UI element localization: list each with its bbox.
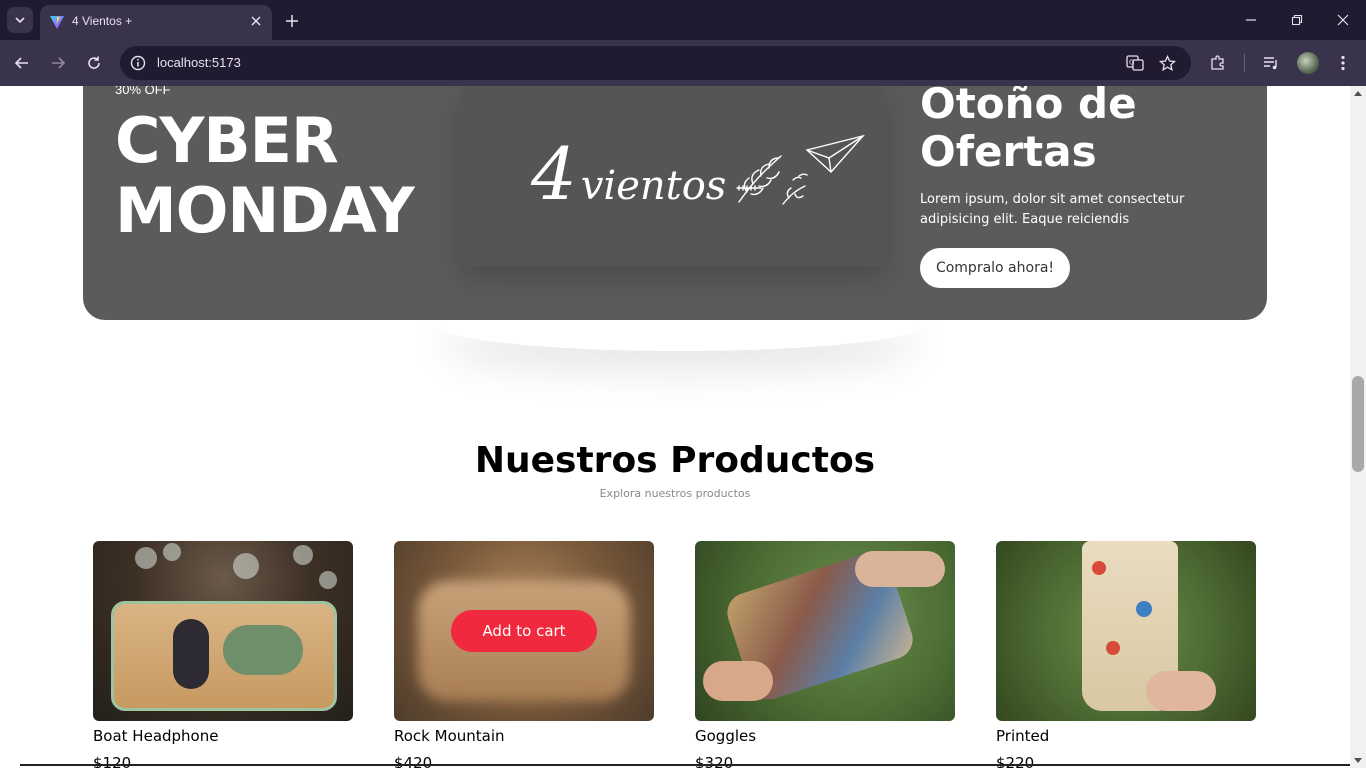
flower-print: [1106, 641, 1120, 655]
bokeh-light: [233, 553, 259, 579]
more-vertical-icon: [1341, 55, 1345, 71]
flower-print: [1136, 601, 1152, 617]
hero-offer-title-line2: Ofertas: [920, 127, 1097, 176]
hero-offer-title-line1: Otoño de: [920, 86, 1137, 128]
new-tab-button[interactable]: [282, 11, 302, 31]
reload-icon: [88, 56, 100, 69]
tab-title: 4 Vientos +: [72, 14, 133, 28]
product-name[interactable]: Goggles: [695, 727, 756, 745]
minimize-button[interactable]: [1241, 10, 1261, 30]
puzzle-icon: [1211, 55, 1224, 70]
info-icon: [130, 55, 146, 71]
arrow-left-icon: [14, 57, 28, 69]
hand-illustration: [855, 551, 945, 587]
products-section-title: Nuestros Productos: [474, 440, 876, 481]
site-info-button[interactable]: [128, 53, 148, 73]
profile-avatar[interactable]: [1297, 52, 1319, 74]
url-text[interactable]: localhost:5173: [157, 55, 241, 70]
vite-favicon-icon: [50, 16, 64, 29]
hand-illustration: [703, 661, 773, 701]
toolbar-separator: [1244, 54, 1245, 72]
reload-button[interactable]: [82, 51, 106, 75]
hand-illustration: [1146, 671, 1216, 711]
product-image[interactable]: [93, 541, 353, 721]
tab-close-button[interactable]: [248, 13, 264, 29]
buy-now-button[interactable]: Compralo ahora!: [920, 248, 1070, 288]
back-button[interactable]: [10, 51, 34, 75]
minimize-icon: [1246, 19, 1256, 21]
page-viewport: 30% OFF CYBER MONDAY 4 vientos Otoño de …: [0, 86, 1350, 768]
product-name[interactable]: Boat Headphone: [93, 727, 218, 745]
tab-search-button[interactable]: [7, 7, 33, 33]
address-bar[interactable]: localhost:5173 G: [120, 46, 1191, 80]
product-image[interactable]: [695, 541, 955, 721]
restore-icon: [1291, 14, 1303, 26]
translate-button[interactable]: G: [1125, 53, 1145, 73]
hero-headline-line1: CYBER: [115, 104, 339, 177]
browser-toolbar: localhost:5173 G: [0, 40, 1366, 86]
product-card[interactable]: Goggles $320: [695, 541, 955, 768]
bokeh-light: [135, 547, 157, 569]
product-card[interactable]: Printed $220: [996, 541, 1256, 768]
close-icon: [251, 16, 261, 26]
hero-description: Lorem ipsum, dolor sit amet consectetur …: [920, 192, 1185, 227]
star-icon: [1158, 54, 1176, 71]
product-card[interactable]: Boat Headphone $120: [93, 541, 353, 768]
hero-banner: 30% OFF CYBER MONDAY 4 vientos Otoño de …: [83, 86, 1267, 320]
bokeh-light: [319, 571, 337, 589]
products-section-subtitle: Explora nuestros productos: [599, 487, 751, 500]
brand-logo: 4 vientos: [531, 132, 726, 216]
close-window-button[interactable]: [1333, 10, 1353, 30]
product-name[interactable]: Printed: [996, 727, 1049, 745]
figure-illustration: [173, 619, 209, 689]
bokeh-light: [293, 545, 313, 565]
page-scrollbar[interactable]: [1350, 86, 1366, 768]
flower-print: [1092, 561, 1106, 575]
paper-plane-leaves-icon: [736, 134, 866, 205]
hero-discount-text: 30% OFF: [115, 86, 171, 97]
divider-line: [20, 764, 1350, 766]
hero-headline-line2: MONDAY: [115, 174, 415, 247]
hero-offer-title: Otoño de Ofertas: [920, 86, 1137, 176]
media-controls-button[interactable]: [1260, 52, 1282, 74]
brand-logo-word: vientos: [580, 163, 727, 209]
plus-icon: [286, 15, 298, 27]
product-image[interactable]: [996, 541, 1256, 721]
scroll-up-arrow-icon[interactable]: [1354, 91, 1362, 96]
chevron-down-icon: [15, 17, 25, 24]
restore-button[interactable]: [1287, 10, 1307, 30]
product-card[interactable]: Add to cart Rock Mountain $420: [394, 541, 654, 768]
translate-icon: G: [1126, 55, 1144, 71]
svg-text:G: G: [1129, 59, 1134, 67]
browser-menu-button[interactable]: [1332, 52, 1354, 74]
brand-logo-card: 4 vientos: [461, 86, 887, 266]
browser-tab-strip: 4 Vientos +: [0, 0, 1366, 40]
arrow-right-icon: [52, 57, 66, 69]
brand-logo-number: 4: [531, 132, 577, 216]
bookmark-button[interactable]: [1157, 53, 1177, 73]
hero-headline: CYBER MONDAY: [115, 104, 415, 247]
add-to-cart-button[interactable]: Add to cart: [451, 610, 597, 652]
close-icon: [1337, 14, 1349, 26]
forward-button[interactable]: [46, 51, 70, 75]
browser-tab[interactable]: 4 Vientos +: [40, 5, 272, 40]
product-name[interactable]: Rock Mountain: [394, 727, 505, 745]
scrollbar-thumb[interactable]: [1352, 376, 1364, 472]
product-image[interactable]: Add to cart: [394, 541, 654, 721]
playlist-icon: [1264, 57, 1277, 70]
scroll-down-arrow-icon[interactable]: [1354, 758, 1362, 763]
bokeh-light: [163, 543, 181, 561]
leaf-illustration: [223, 625, 303, 675]
extensions-button[interactable]: [1207, 52, 1229, 74]
